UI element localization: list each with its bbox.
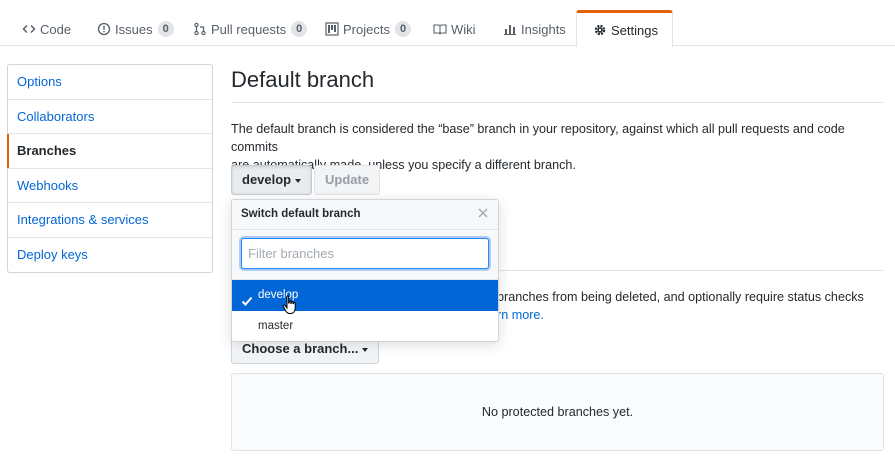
tab-code[interactable]: Code (5, 10, 86, 47)
tab-pull-requests[interactable]: Pull requests 0 (176, 10, 322, 47)
caret-down-icon (362, 347, 369, 352)
switch-branch-dropdown: Switch default branch develop master (231, 199, 499, 342)
empty-state-text: No protected branches yet. (481, 405, 634, 419)
branch-select-button[interactable]: develop (231, 165, 313, 195)
hand-pointer-cursor-icon (282, 295, 296, 314)
repo-nav: Code Issues 0 Pull requests 0 Projects 0… (0, 0, 895, 47)
tab-settings-label: Settings (611, 22, 658, 38)
sidebar-item-webhooks[interactable]: Webhooks (8, 169, 212, 203)
tab-projects-label: Projects (343, 21, 390, 37)
sidebar-item-deploy-keys[interactable]: Deploy keys (8, 238, 212, 273)
git-pull-request-icon (192, 21, 208, 37)
subhead: Default branch (231, 64, 884, 103)
gear-icon (592, 22, 608, 38)
close-icon[interactable] (476, 206, 490, 220)
tab-issues[interactable]: Issues 0 (80, 10, 189, 47)
check-icon (241, 289, 253, 306)
graph-icon (502, 21, 518, 37)
branch-item-master[interactable]: master (232, 311, 498, 341)
settings-sidebar: Options Collaborators Branches Webhooks … (7, 64, 213, 273)
choose-branch-label: Choose a branch... (242, 341, 359, 356)
sidebar-item-branches[interactable]: Branches (7, 134, 212, 169)
tab-settings[interactable]: Settings (576, 10, 673, 47)
learn-more-link[interactable]: rn more. (497, 306, 544, 324)
filter-branches-input[interactable] (241, 238, 489, 269)
tab-wiki[interactable]: Wiki (416, 10, 491, 47)
branch-item-label: master (258, 320, 294, 332)
dropdown-title: Switch default branch (241, 208, 361, 220)
sidebar-item-options[interactable]: Options (8, 65, 212, 100)
pull-requests-counter: 0 (291, 21, 308, 37)
dropdown-filter (232, 230, 498, 280)
tab-projects[interactable]: Projects 0 (308, 10, 426, 47)
update-button[interactable]: Update (314, 165, 381, 195)
tab-code-label: Code (40, 21, 72, 37)
branch-item-develop[interactable]: develop (232, 280, 498, 311)
protected-branches-text: t branches from being deleted, and optio… (490, 290, 864, 304)
dropdown-header: Switch default branch (232, 200, 498, 230)
protected-branches-empty-state: No protected branches yet. (231, 373, 884, 451)
projects-counter: 0 (394, 21, 412, 37)
branch-select-label: develop (242, 172, 292, 187)
tab-wiki-label: Wiki (451, 21, 476, 37)
book-icon (432, 21, 448, 37)
sidebar-item-collaborators[interactable]: Collaborators (8, 100, 212, 134)
issues-counter: 0 (157, 21, 174, 37)
sidebar-item-integrations[interactable]: Integrations & services (8, 203, 212, 238)
description-line-1: The default branch is considered the “ba… (231, 122, 845, 154)
tab-insights[interactable]: Insights (486, 10, 581, 47)
code-icon (21, 21, 37, 37)
tab-issues-label: Issues (115, 21, 153, 37)
caret-down-icon (295, 178, 302, 183)
tab-insights-label: Insights (521, 21, 566, 37)
tab-pull-requests-label: Pull requests (211, 21, 287, 37)
issue-opened-icon (96, 21, 112, 37)
project-icon (324, 21, 340, 37)
page-title: Default branch (231, 67, 375, 92)
